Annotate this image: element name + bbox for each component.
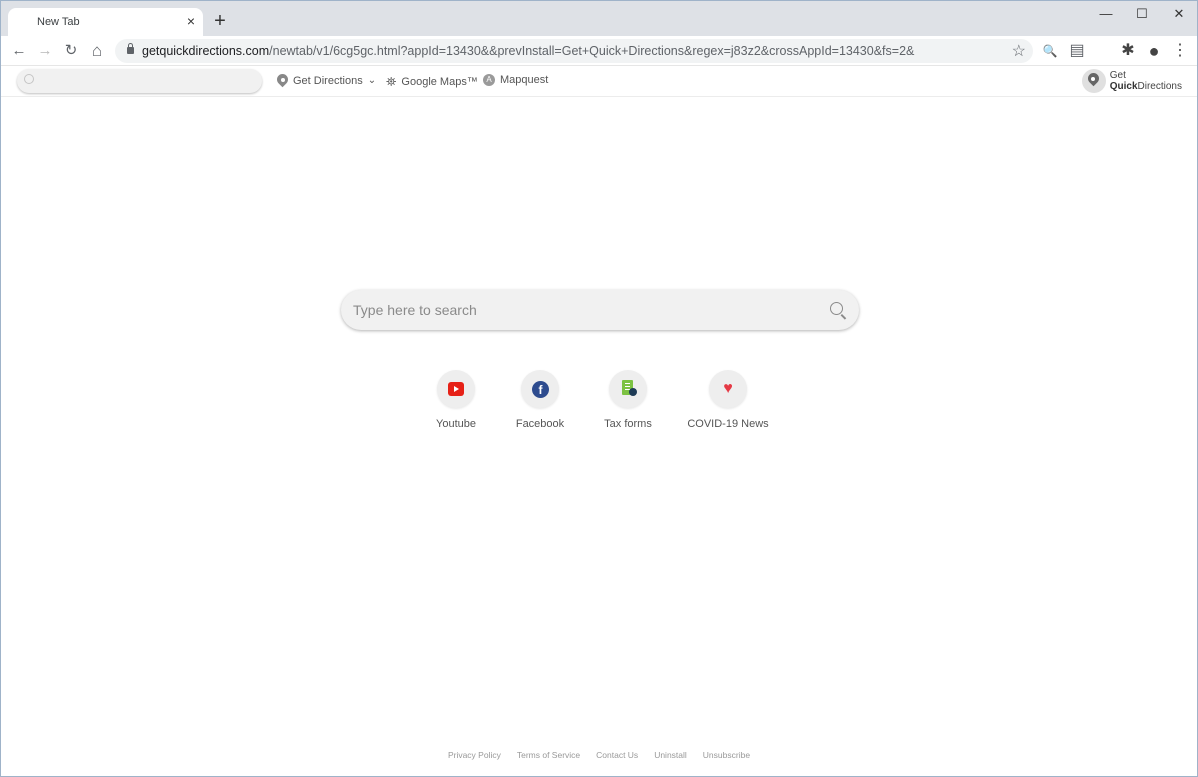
address-bar[interactable]: getquickdirections.com/newtab/v1/6cg5gc.… — [115, 39, 1033, 63]
search-icon[interactable] — [830, 302, 843, 315]
facebook-icon: f — [532, 381, 549, 398]
back-icon[interactable]: ← — [10, 42, 28, 60]
search-icon — [24, 74, 34, 84]
map-person-icon: ⛯ — [386, 74, 397, 89]
tile-label: Tax forms — [604, 418, 652, 430]
forward-icon[interactable]: → — [36, 42, 54, 60]
home-icon[interactable]: ⌂ — [88, 42, 106, 60]
terms-of-service-link[interactable]: Terms of Service — [517, 750, 580, 760]
google-maps-link[interactable]: ⛯ Google Maps™ — [386, 74, 478, 90]
main-search-box — [341, 290, 859, 330]
close-window-button[interactable]: ✕ — [1167, 5, 1191, 23]
check-badge-icon — [629, 388, 637, 396]
google-maps-label: Google Maps™ — [401, 76, 478, 88]
bookmark-star-icon[interactable]: ☆ — [1012, 41, 1026, 61]
pin-icon — [277, 74, 288, 87]
logo-bold: Quick — [1109, 81, 1138, 92]
tab-new-tab[interactable]: New Tab × — [8, 8, 203, 36]
youtube-icon — [448, 382, 464, 396]
logo-text: Get QuickDirections — [1110, 70, 1182, 92]
new-tab-button[interactable]: + — [210, 11, 230, 32]
browser-window: New Tab × + — ☐ ✕ ← → ↻ ⌂ getquickdirect… — [0, 0, 1198, 777]
chevron-down-icon[interactable]: ⌄ — [368, 75, 376, 86]
browser-toolbar: ← → ↻ ⌂ getquickdirections.com/newtab/v1… — [1, 36, 1197, 66]
menu-icon[interactable]: ⋮ — [1171, 42, 1189, 60]
unsubscribe-link[interactable]: Unsubscribe — [703, 750, 750, 760]
logo-line1: Get — [1109, 70, 1126, 81]
mapquest-link[interactable]: A Mapquest — [483, 74, 548, 86]
logo-pin-icon — [1081, 69, 1106, 93]
extension-search-input[interactable] — [17, 69, 262, 93]
lock-icon — [127, 43, 134, 54]
tile-tax-forms[interactable]: Tax forms — [578, 370, 678, 430]
footer: Privacy Policy Terms of Service Contact … — [1, 750, 1197, 760]
maximize-button[interactable]: ☐ — [1130, 5, 1154, 23]
profile-icon[interactable]: ● — [1145, 42, 1163, 60]
contact-us-link[interactable]: Contact Us — [596, 750, 638, 760]
main-search-input[interactable] — [353, 290, 823, 330]
get-directions-link[interactable]: Get Directions ⌄ — [277, 74, 376, 87]
mapquest-icon: A — [483, 74, 495, 86]
url-text[interactable]: getquickdirections.com/newtab/v1/6cg5gc.… — [142, 44, 914, 58]
tab-title: New Tab — [37, 16, 80, 28]
url-path: /newtab/v1/6cg5gc.html?appId=13430&&prev… — [269, 44, 915, 58]
extension-bar: Get Directions ⌄ ⛯ Google Maps™ A Mapque… — [1, 67, 1197, 97]
get-directions-label: Get Directions — [293, 74, 363, 87]
privacy-policy-link[interactable]: Privacy Policy — [448, 750, 501, 760]
extensions-icon[interactable]: ✱ — [1119, 42, 1137, 60]
logo-rest: Directions — [1137, 81, 1182, 92]
minimize-button[interactable]: — — [1094, 5, 1118, 23]
heart-pulse-icon: ♥ — [723, 380, 733, 397]
tile-covid-news[interactable]: ♥ COVID-19 News — [678, 370, 778, 430]
tile-facebook[interactable]: f Facebook — [490, 370, 590, 430]
mapquest-label: Mapquest — [500, 74, 549, 86]
url-host: getquickdirections.com — [142, 44, 270, 58]
uninstall-link[interactable]: Uninstall — [654, 750, 687, 760]
get-quick-directions-logo[interactable]: Get QuickDirections — [1081, 69, 1182, 93]
zoom-icon[interactable]: 🔍 — [1041, 42, 1059, 60]
reader-mode-icon[interactable]: ▤ — [1068, 42, 1086, 60]
reload-icon[interactable]: ↻ — [62, 42, 80, 60]
tile-label: Facebook — [515, 418, 565, 430]
tile-label: COVID-19 News — [687, 418, 769, 430]
tab-strip: New Tab × + — ☐ ✕ — [1, 1, 1197, 36]
close-icon[interactable]: × — [184, 14, 198, 28]
